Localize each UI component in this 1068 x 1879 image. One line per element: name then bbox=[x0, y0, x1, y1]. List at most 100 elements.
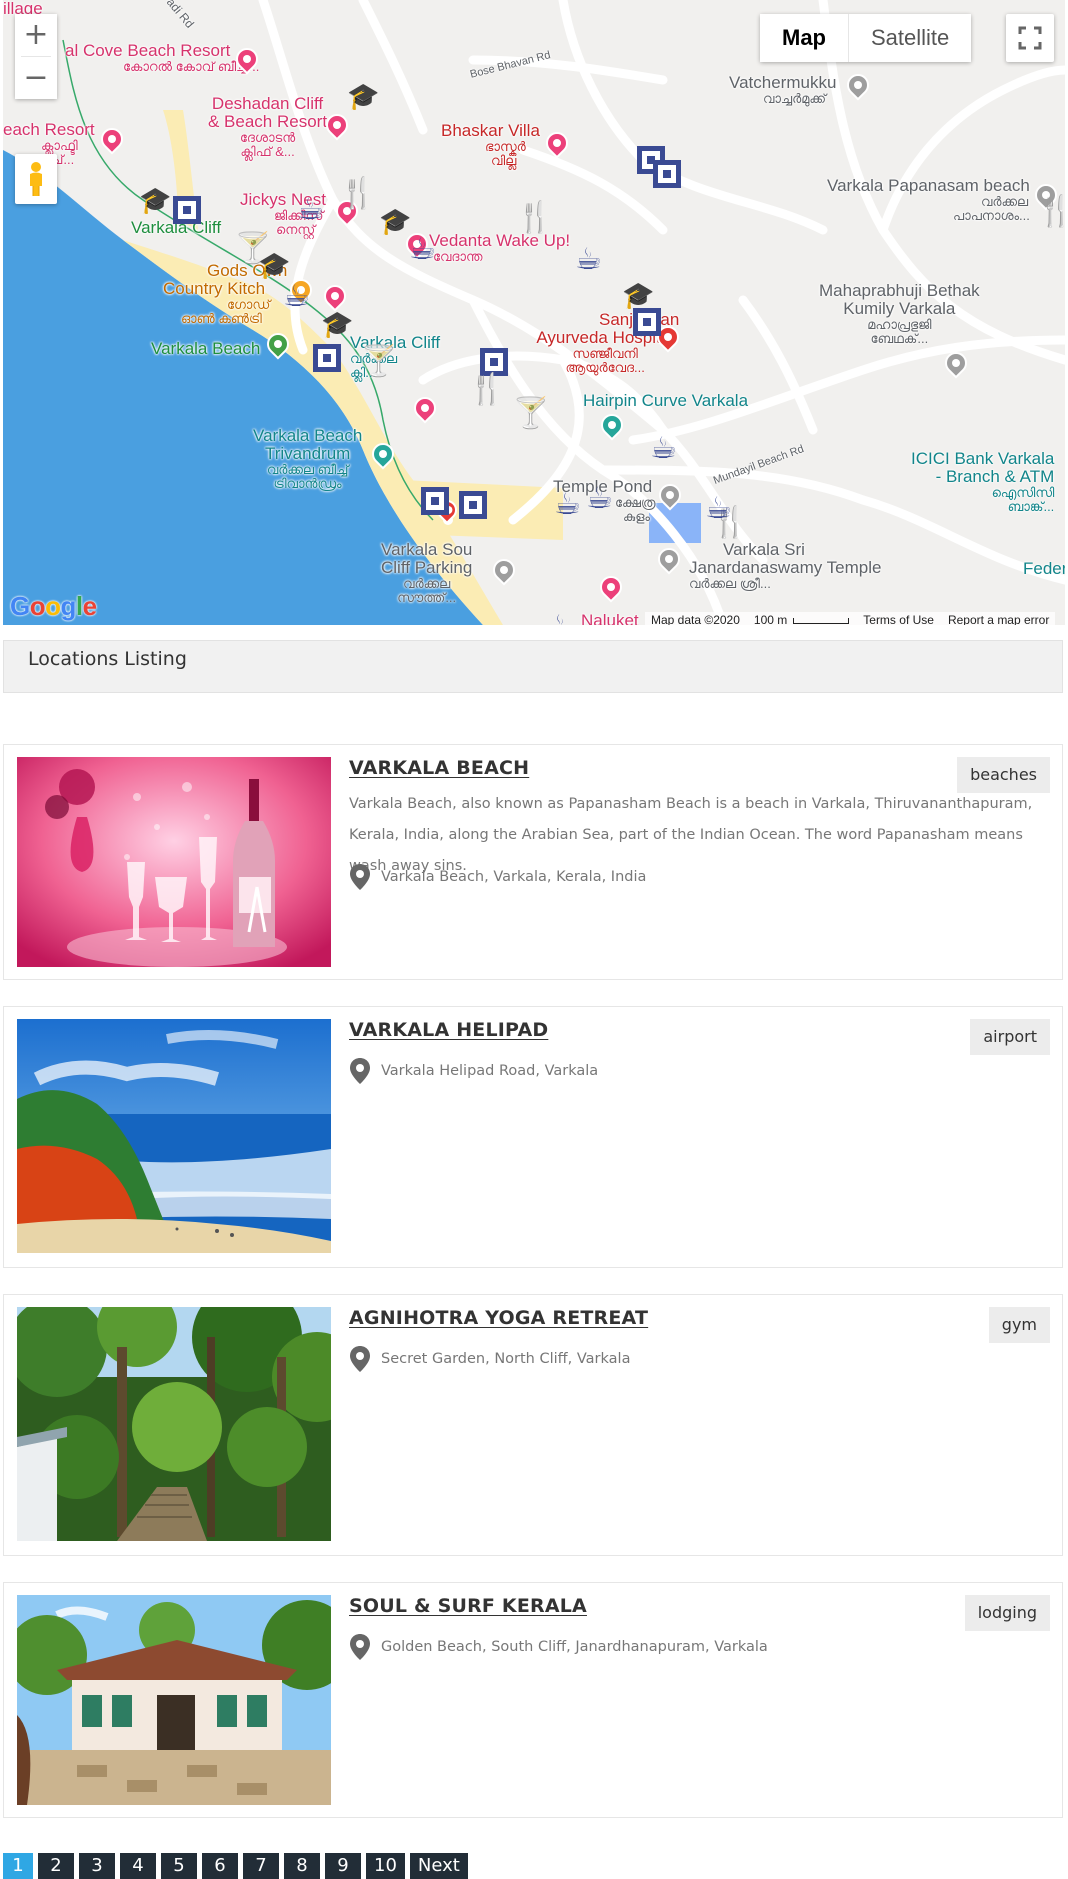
lodging-marker-icon[interactable] bbox=[633, 308, 661, 336]
zoom-in-button[interactable]: + bbox=[15, 14, 57, 56]
cafe-marker-icon[interactable]: ☕ bbox=[554, 490, 581, 520]
map-label: Bhaskar Villa ഭാസ്കർ വില്ല bbox=[441, 121, 540, 168]
page-link-4[interactable]: 4 bbox=[120, 1853, 156, 1879]
location-title-link[interactable]: VARKALA BEACH bbox=[349, 757, 529, 779]
education-marker-icon[interactable]: 🎓 bbox=[622, 281, 654, 311]
map-label: Varkala Sou Cliff Parking വർക്കല സൗത്ത്... bbox=[381, 540, 473, 605]
cafe-marker-icon[interactable]: ☕ bbox=[283, 282, 310, 312]
map-data-label: Map data ©2020 bbox=[651, 613, 740, 625]
location-thumbnail[interactable] bbox=[17, 1595, 331, 1805]
wine-photo-image bbox=[17, 757, 331, 967]
location-title-link[interactable]: SOUL & SURF KERALA bbox=[349, 1595, 587, 1617]
cafe-marker-icon[interactable]: ☕ bbox=[409, 235, 436, 265]
page-link-3[interactable]: 3 bbox=[79, 1853, 115, 1879]
listing-header: Locations Listing bbox=[3, 640, 1063, 693]
location-address: Varkala Beach, Varkala, Kerala, India bbox=[349, 863, 646, 891]
map-view[interactable]: illage adi Rd al Cove Beach Resort കോറൽ ക… bbox=[3, 0, 1065, 625]
yoga-garden-photo-image bbox=[17, 1307, 331, 1541]
location-thumbnail[interactable] bbox=[17, 1019, 331, 1253]
guesthouse-photo-image bbox=[17, 1595, 331, 1805]
location-card: SOUL & SURF KERALA lodging Golden Beach,… bbox=[3, 1582, 1063, 1818]
education-marker-icon[interactable]: 🎓 bbox=[139, 186, 171, 216]
address-text: Secret Garden, North Cliff, Varkala bbox=[381, 1351, 631, 1367]
map-label: Vedanta Wake Up! വേദാന്ത bbox=[429, 231, 571, 264]
education-marker-icon[interactable]: 🎓 bbox=[321, 310, 353, 340]
cafe-marker-icon[interactable]: ☕ bbox=[547, 612, 574, 626]
map-pin-icon bbox=[350, 1634, 370, 1660]
location-title-link[interactable]: AGNIHOTRA YOGA RETREAT bbox=[349, 1307, 648, 1329]
zoom-control: + − bbox=[15, 14, 57, 99]
lodging-marker-icon[interactable] bbox=[459, 491, 487, 519]
restaurant-marker-icon[interactable]: 🍴 bbox=[339, 179, 376, 209]
location-card: AGNIHOTRA YOGA RETREAT gym Secret Garden… bbox=[3, 1294, 1063, 1556]
lodging-marker-icon[interactable] bbox=[421, 487, 449, 515]
map-pin-icon bbox=[350, 864, 370, 890]
scale-bar bbox=[793, 618, 850, 624]
page-link-8[interactable]: 8 bbox=[284, 1853, 320, 1879]
map-label: Varkala Papanasam beach വർക്കല പാപനാശം... bbox=[827, 176, 1030, 223]
map-label: Varkala Beach Trivandrum വർക്കല ബീച്ച് ട്രി… bbox=[253, 426, 363, 491]
bar-marker-icon[interactable]: 🍸 bbox=[360, 347, 397, 377]
map-type-control: Map Satellite bbox=[760, 14, 972, 62]
page-link-7[interactable]: 7 bbox=[243, 1853, 279, 1879]
restaurant-marker-icon[interactable]: 🍴 bbox=[1037, 197, 1065, 227]
location-title-link[interactable]: VARKALA HELIPAD bbox=[349, 1019, 548, 1041]
cafe-marker-icon[interactable]: ☕ bbox=[705, 494, 732, 524]
map-label: al Cove Beach Resort കോറൽ കോവ് ബീച്ച്... bbox=[65, 41, 260, 74]
location-address: Varkala Helipad Road, Varkala bbox=[349, 1057, 598, 1085]
map-label: Varkala Sri Janardanaswamy Temple വർക്കല ശ… bbox=[689, 540, 882, 591]
category-tag[interactable]: beaches bbox=[957, 757, 1050, 793]
report-map-error-link[interactable]: Report a map error bbox=[948, 613, 1049, 625]
education-marker-icon[interactable]: 🎓 bbox=[347, 82, 379, 112]
pegman-icon bbox=[30, 162, 42, 196]
page-link-9[interactable]: 9 bbox=[325, 1853, 361, 1879]
terms-link[interactable]: Terms of Use bbox=[863, 613, 934, 625]
location-card: VARKALA BEACH beaches Varkala Beach, als… bbox=[3, 744, 1063, 980]
restaurant-marker-icon[interactable]: 🍴 bbox=[468, 375, 505, 405]
scale-label: 100 m bbox=[754, 613, 850, 625]
page-link-10[interactable]: 10 bbox=[366, 1853, 405, 1879]
map-label: Deshadan Cliff & Beach Resort ദേശാടൻ ക്ലിഫ്… bbox=[208, 94, 328, 159]
bar-marker-icon[interactable]: 🍸 bbox=[512, 399, 549, 429]
map-attribution: Map data ©2020 100 m Terms of Use Report… bbox=[645, 612, 1056, 625]
fullscreen-button[interactable] bbox=[1006, 14, 1054, 62]
location-thumbnail[interactable] bbox=[17, 1307, 331, 1541]
map-label: Naluket bbox=[581, 611, 639, 626]
location-thumbnail[interactable] bbox=[17, 757, 331, 967]
google-logo: Google bbox=[10, 591, 97, 621]
map-label: Hairpin Curve Varkala bbox=[583, 391, 749, 410]
cafe-marker-icon[interactable]: ☕ bbox=[650, 434, 677, 464]
map-label: Mahaprabhuji Bethak Kumily Varkala മഹാപ്രഭ… bbox=[819, 281, 980, 346]
map-label: Varkala Beach bbox=[151, 339, 261, 358]
lodging-marker-icon[interactable] bbox=[313, 344, 341, 372]
cafe-marker-icon[interactable]: ☕ bbox=[297, 195, 324, 225]
page-link-2[interactable]: 2 bbox=[38, 1853, 74, 1879]
restaurant-marker-icon[interactable]: 🍴 bbox=[516, 203, 553, 233]
helipad-cliff-photo-image bbox=[17, 1019, 331, 1253]
lodging-marker-icon[interactable] bbox=[173, 196, 201, 224]
page-link-1[interactable]: 1 bbox=[3, 1853, 33, 1879]
zoom-out-button[interactable]: − bbox=[15, 57, 57, 99]
next-page-button[interactable]: Next bbox=[409, 1853, 468, 1879]
address-text: Varkala Beach, Varkala, Kerala, India bbox=[381, 869, 647, 885]
education-marker-icon[interactable]: 🎓 bbox=[379, 207, 411, 237]
map-type-map-button[interactable]: Map bbox=[760, 14, 848, 62]
location-address: Golden Beach, South Cliff, Janardhanapur… bbox=[349, 1633, 768, 1661]
cafe-marker-icon[interactable]: ☕ bbox=[586, 484, 613, 514]
bar-marker-icon[interactable]: 🍸 bbox=[234, 234, 271, 264]
lodging-marker-icon[interactable] bbox=[653, 160, 681, 188]
pagination: 1 2 3 4 5 6 7 8 9 10 Next bbox=[3, 1853, 468, 1879]
listing-title: Locations Listing bbox=[28, 648, 187, 670]
address-text: Varkala Helipad Road, Varkala bbox=[381, 1063, 599, 1079]
map-label: Vatchermukku വാച്ചർമുക്ക് bbox=[729, 73, 837, 106]
category-tag[interactable]: airport bbox=[970, 1019, 1050, 1055]
address-text: Golden Beach, South Cliff, Janardhanapur… bbox=[381, 1639, 768, 1655]
map-type-satellite-button[interactable]: Satellite bbox=[848, 14, 972, 62]
page-link-5[interactable]: 5 bbox=[161, 1853, 197, 1879]
category-tag[interactable]: gym bbox=[988, 1307, 1050, 1343]
page-link-6[interactable]: 6 bbox=[202, 1853, 238, 1879]
cafe-marker-icon[interactable]: ☕ bbox=[575, 245, 602, 275]
street-view-control[interactable] bbox=[15, 154, 57, 204]
category-tag[interactable]: lodging bbox=[964, 1595, 1050, 1631]
location-card: VARKALA HELIPAD airport Varkala Helipad … bbox=[3, 1006, 1063, 1268]
